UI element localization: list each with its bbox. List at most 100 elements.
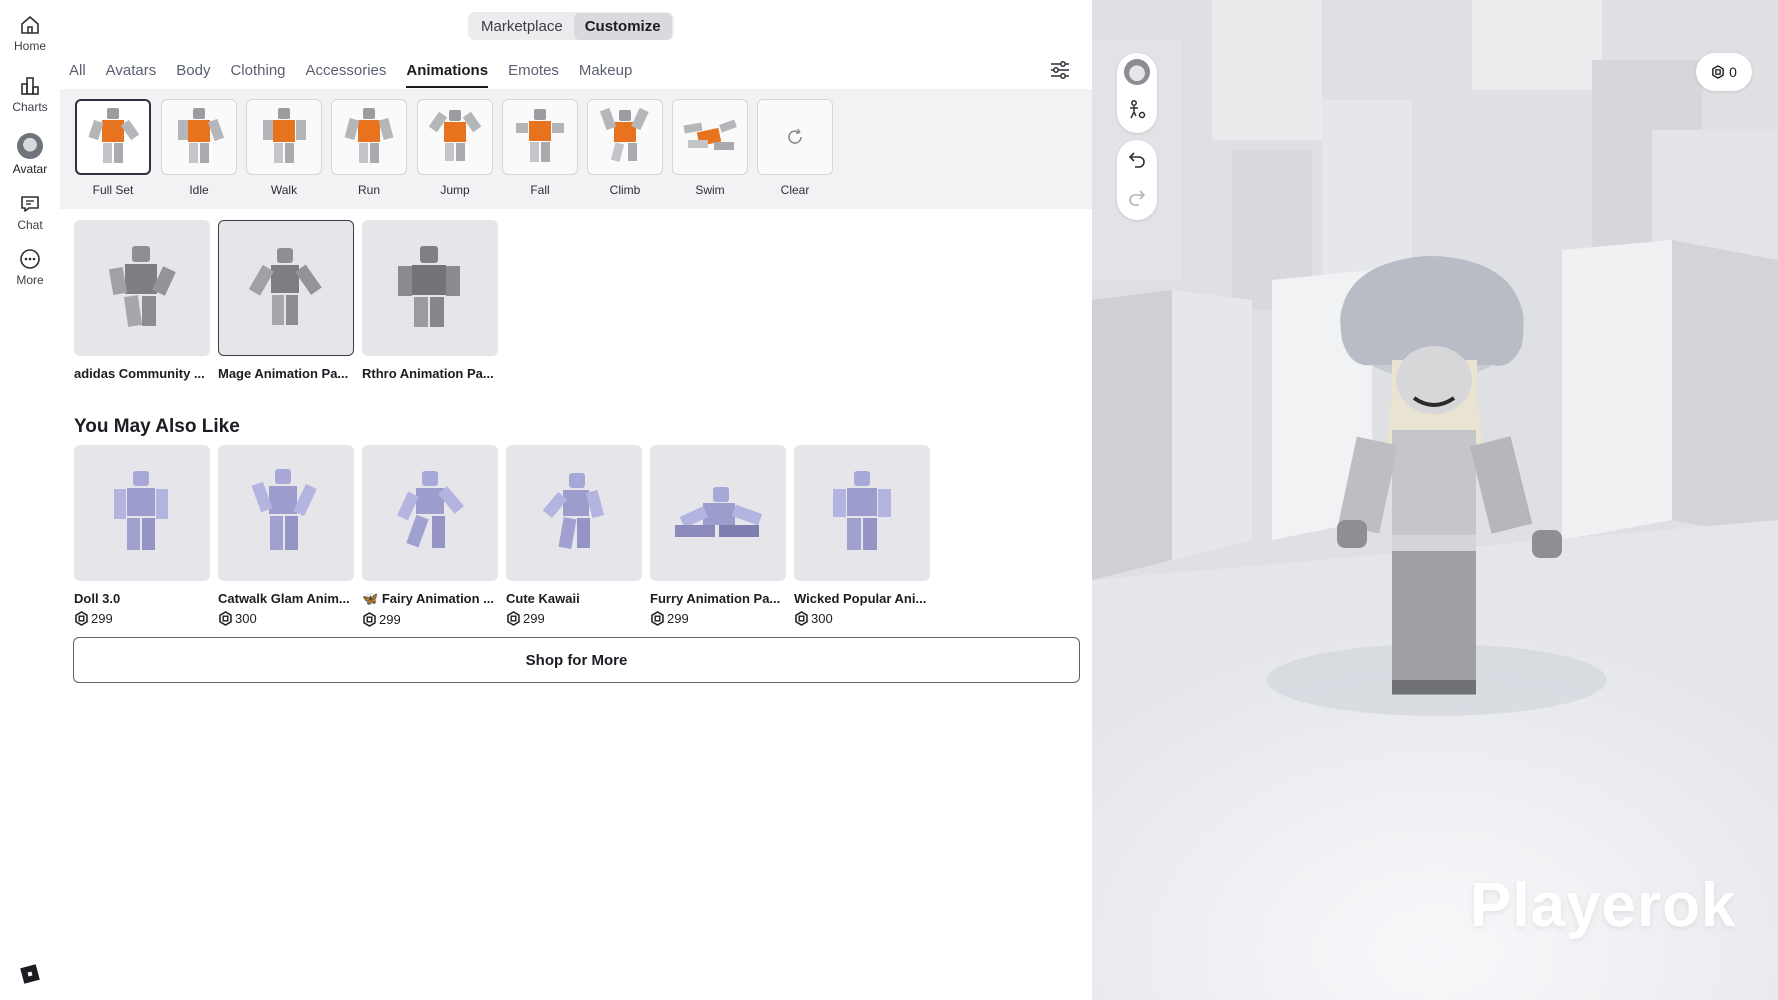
purple-rig-icon — [833, 471, 891, 550]
filter-sliders-icon[interactable] — [1048, 58, 1072, 82]
nav-charts-label: Charts — [12, 100, 48, 114]
anim-type-label: Swim — [695, 183, 725, 197]
owned-item-card[interactable]: Mage Animation Pa... — [218, 220, 354, 381]
butterfly-emoji: 🦋 — [362, 591, 379, 606]
anim-type-walk[interactable]: Walk — [245, 99, 323, 197]
orange-rig-icon — [428, 110, 482, 161]
orange-rig-icon — [88, 108, 140, 163]
purple-rig-icon — [397, 471, 464, 548]
redo-button[interactable] — [1117, 178, 1157, 216]
anim-type-label: Clear — [780, 183, 810, 197]
history-tool-group — [1117, 140, 1157, 220]
anim-type-fall[interactable]: Fall — [501, 99, 579, 197]
tab-all[interactable]: All — [69, 58, 86, 88]
item-name-text: Fairy Animation ... — [381, 591, 495, 606]
item-thumbnail — [218, 220, 354, 356]
segment-customize[interactable]: Customize — [573, 12, 672, 40]
anim-type-label: Jump — [440, 183, 470, 197]
anim-type-run[interactable]: Run — [330, 99, 408, 197]
nav-home-label: Home — [13, 39, 46, 53]
item-price: 299 — [506, 611, 642, 626]
gray-rig-icon — [108, 246, 176, 327]
viewport-tool-group — [1117, 53, 1157, 133]
section-title: You May Also Like — [74, 416, 240, 437]
robux-icon — [507, 611, 520, 626]
left-nav-rail: Home Charts Avatar Chat More — [0, 0, 60, 1000]
tab-emotes[interactable]: Emotes — [508, 58, 559, 88]
robux-balance-value: 0 — [1729, 64, 1737, 80]
body-settings-button[interactable] — [1117, 91, 1157, 129]
nav-chat[interactable]: Chat — [0, 193, 60, 232]
undo-button[interactable] — [1117, 140, 1157, 178]
robux-balance-button[interactable]: 0 — [1696, 53, 1752, 91]
item-name: Catwalk Glam Anim... — [218, 591, 350, 606]
home-icon — [21, 16, 39, 34]
tab-body[interactable]: Body — [176, 58, 210, 88]
tab-animations[interactable]: Animations — [406, 58, 489, 88]
item-thumbnail — [74, 445, 210, 581]
owned-item-card[interactable]: Rthro Animation Pa... — [362, 220, 498, 381]
nav-charts[interactable]: Charts — [0, 75, 60, 114]
anim-thumb — [75, 99, 151, 175]
shop-for-more-button[interactable]: Shop for More — [73, 637, 1080, 683]
anim-thumb — [331, 99, 407, 175]
anim-thumb — [587, 99, 663, 175]
headshot-view-button[interactable] — [1117, 53, 1157, 91]
item-thumbnail — [650, 445, 786, 581]
anim-thumb — [757, 99, 833, 175]
anim-type-climb[interactable]: Climb — [586, 99, 664, 197]
robux-icon — [75, 611, 88, 626]
nav-more-label: More — [16, 273, 44, 287]
nav-more[interactable]: More — [0, 248, 60, 287]
item-name: Cute Kawaii — [506, 591, 580, 606]
robux-icon — [363, 612, 376, 627]
anim-type-jump[interactable]: Jump — [416, 99, 494, 197]
recommended-item-card[interactable]: 🦋 Fairy Animation ... 299 — [362, 445, 498, 627]
mode-segmented-control: Marketplace Customize — [468, 12, 674, 40]
roblox-logo-icon[interactable] — [19, 963, 41, 985]
nav-home[interactable]: Home — [0, 14, 60, 53]
chat-icon — [21, 196, 39, 212]
username-watermark: Playerok — [1470, 871, 1737, 940]
segment-marketplace[interactable]: Marketplace — [470, 13, 574, 40]
anim-thumb — [417, 99, 493, 175]
avatar-3d-viewport[interactable]: 0 Playerok — [1092, 0, 1778, 1000]
tab-makeup[interactable]: Makeup — [579, 58, 632, 88]
item-name: 🦋 Fairy Animation ... — [362, 591, 498, 607]
recommended-item-card[interactable]: Doll 3.0 299 — [74, 445, 210, 626]
customize-panel: Marketplace Customize All Avatars Body C… — [60, 0, 1092, 1000]
recommended-item-card[interactable]: Cute Kawaii 299 — [506, 445, 642, 626]
recommended-item-card[interactable]: Furry Animation Pa... 299 — [650, 445, 786, 626]
nav-avatar-label: Avatar — [12, 162, 48, 176]
recommended-item-card[interactable]: Catwalk Glam Anim... 300 — [218, 445, 354, 626]
reset-icon — [788, 128, 802, 144]
anim-type-label: Walk — [270, 183, 298, 197]
item-thumbnail — [794, 445, 930, 581]
scene-background — [1092, 0, 1778, 1000]
anim-type-clear[interactable]: Clear — [756, 99, 834, 197]
price-value: 300 — [235, 611, 257, 626]
nav-avatar[interactable]: Avatar — [0, 133, 60, 176]
nav-chat-label: Chat — [17, 218, 43, 232]
price-value: 300 — [811, 611, 833, 626]
anim-type-full-set[interactable]: Full Set — [74, 99, 152, 197]
anim-type-swim[interactable]: Swim — [671, 99, 749, 197]
purple-rig-icon — [114, 471, 168, 550]
owned-item-card[interactable]: adidas Community ... — [74, 220, 210, 381]
tab-accessories[interactable]: Accessories — [306, 58, 387, 88]
redo-icon — [1129, 190, 1146, 206]
item-thumbnail — [74, 220, 210, 356]
more-icon — [20, 249, 40, 269]
tab-avatars[interactable]: Avatars — [106, 58, 157, 88]
item-name: adidas Community ... — [74, 366, 205, 381]
anim-type-idle[interactable]: Idle — [160, 99, 238, 197]
item-name: Mage Animation Pa... — [218, 366, 349, 381]
orange-rig-icon — [263, 108, 306, 163]
gray-rig-icon — [248, 248, 322, 325]
item-price: 299 — [74, 611, 210, 626]
tab-clothing[interactable]: Clothing — [230, 58, 285, 88]
orange-rig-icon — [683, 119, 737, 150]
purple-rig-icon — [251, 469, 317, 550]
item-price: 300 — [218, 611, 354, 626]
recommended-item-card[interactable]: Wicked Popular Ani... 300 — [794, 445, 930, 626]
